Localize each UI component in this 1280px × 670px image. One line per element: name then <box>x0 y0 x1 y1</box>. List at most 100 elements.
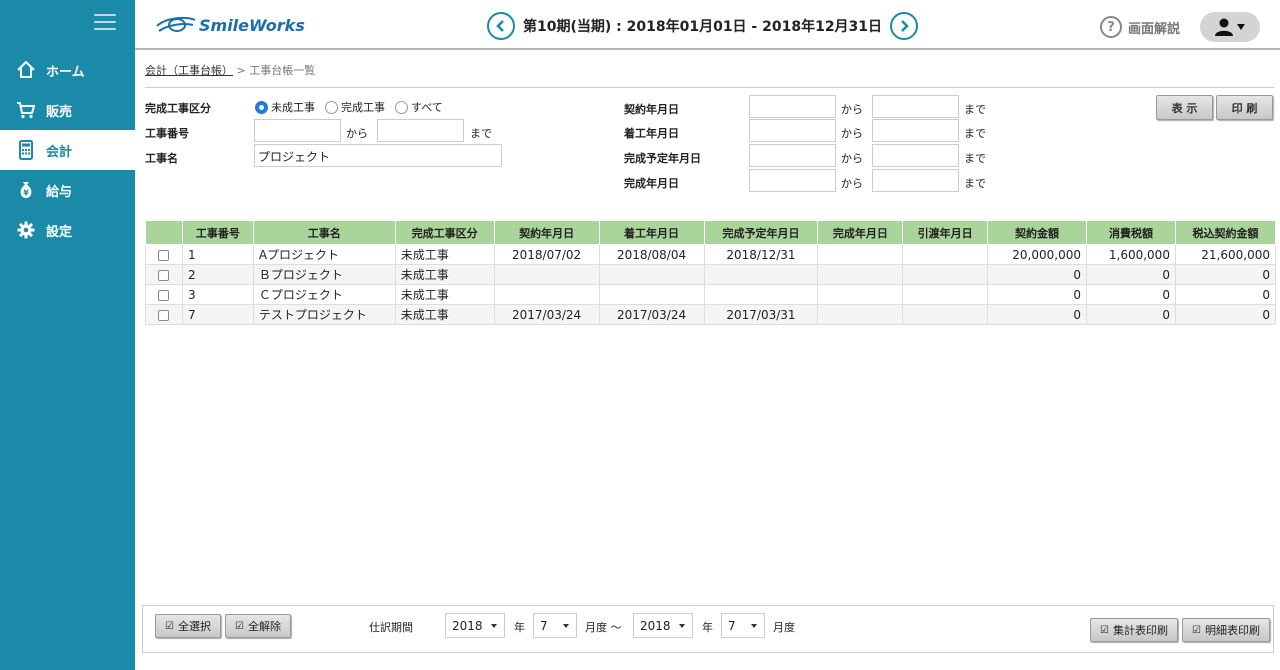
cell-number: 1 <box>181 244 254 265</box>
completion-date-to-input[interactable] <box>872 169 959 192</box>
header-status[interactable]: 完成工事区分 <box>394 220 495 245</box>
checkbox-icon: ☑ <box>235 620 244 632</box>
cell-status: 未成工事 <box>394 264 495 285</box>
header-completion-date[interactable]: 完成年月日 <box>817 220 904 245</box>
app-logo[interactable]: SmileWorks <box>155 14 305 36</box>
from-text: から <box>841 177 863 190</box>
name-input[interactable]: プロジェクト <box>254 144 502 167</box>
cell-completion-date <box>817 244 904 265</box>
header-start-date[interactable]: 着工年月日 <box>598 220 705 245</box>
header-contract-date[interactable]: 契約年月日 <box>493 220 600 245</box>
breadcrumb: 会計（工事台帳） > 工事台帳一覧 <box>145 62 315 78</box>
contract-date-from-input[interactable] <box>749 95 836 118</box>
help-button[interactable]: ? 画面解説 <box>1100 16 1180 38</box>
planned-completion-from-input[interactable] <box>749 144 836 167</box>
to-month-select[interactable]: 7 <box>721 613 765 638</box>
cell-planned-completion <box>703 284 819 305</box>
detail-print-button[interactable]: ☑ 明細表印刷 <box>1182 618 1270 642</box>
header-planned-completion[interactable]: 完成予定年月日 <box>703 220 819 245</box>
logo-mark-icon <box>156 17 196 32</box>
to-text: まで <box>964 152 986 165</box>
number-label: 工事番号 <box>145 127 189 140</box>
from-month-select[interactable]: 7 <box>533 613 577 638</box>
cell-delivery-date <box>902 264 989 285</box>
to-year-value: 2018 <box>640 618 671 633</box>
divider <box>145 87 1274 88</box>
sidebar: ホーム 販売 会計 ¥ 給与 設定 <box>0 0 135 670</box>
cell-name[interactable]: Ｂプロジェクト <box>252 264 396 285</box>
header-contract-amount[interactable]: 契約金額 <box>987 220 1087 245</box>
number-from-input[interactable] <box>254 119 341 142</box>
money-bag-icon: ¥ <box>15 179 37 201</box>
cell-tax-amount: 0 <box>1086 264 1176 285</box>
sidebar-item-payroll[interactable]: ¥ 給与 <box>0 170 135 210</box>
home-icon <box>15 59 37 81</box>
prev-period-button[interactable] <box>487 12 515 40</box>
radio-all[interactable] <box>395 100 408 114</box>
to-year-select[interactable]: 2018 <box>633 613 693 638</box>
table-row[interactable]: 2 Ｂプロジェクト 未成工事 0 0 0 <box>145 264 1277 285</box>
start-date-to-input[interactable] <box>872 119 959 142</box>
cell-planned-completion: 2018/12/31 <box>703 244 819 265</box>
hamburger-menu-icon[interactable] <box>94 14 116 34</box>
header-delivery-date[interactable]: 引渡年月日 <box>902 220 989 245</box>
next-period-button[interactable] <box>890 12 919 40</box>
select-all-button[interactable]: ☑ 全選択 <box>155 614 221 638</box>
breadcrumb-current: 工事台帳一覧 <box>249 64 316 77</box>
cell-tax-amount: 1,600,000 <box>1086 244 1176 265</box>
chevron-left-icon <box>496 20 504 32</box>
footer-bar: ☑ 全選択 ☑ 全解除 仕訳期間 2018 年 7 月度 〜 2018 年 7 … <box>142 605 1274 653</box>
summary-print-button[interactable]: ☑ 集計表印刷 <box>1090 618 1178 642</box>
header-number[interactable]: 工事番号 <box>181 220 254 245</box>
row-checkbox[interactable] <box>158 269 170 281</box>
from-year-select[interactable]: 2018 <box>445 613 505 638</box>
breadcrumb-link-accounting[interactable]: 会計（工事台帳） <box>145 64 233 77</box>
deselect-all-button[interactable]: ☑ 全解除 <box>225 614 291 638</box>
planned-completion-to-input[interactable] <box>872 144 959 167</box>
print-button[interactable]: 印 刷 <box>1216 95 1273 120</box>
contract-date-to-input[interactable] <box>872 95 959 118</box>
cell-name[interactable]: Aプロジェクト <box>252 244 396 265</box>
radio-label: 未成工事 <box>271 101 315 114</box>
user-menu-button[interactable] <box>1200 12 1260 42</box>
completion-date-from-input[interactable] <box>749 169 836 192</box>
cell-start-date <box>598 264 705 285</box>
radio-complete[interactable] <box>325 100 338 114</box>
table-row[interactable]: 1 Aプロジェクト 未成工事 2018/07/02 2018/08/04 201… <box>145 244 1277 265</box>
cell-completion-date <box>817 264 904 285</box>
cell-number: 2 <box>181 264 254 285</box>
checkbox-icon: ☑ <box>1100 624 1109 636</box>
row-checkbox[interactable] <box>158 249 170 261</box>
show-button[interactable]: 表 示 <box>1156 95 1213 120</box>
cell-planned-completion <box>703 264 819 285</box>
cell-start-date: 2018/08/04 <box>598 244 705 265</box>
sidebar-item-settings[interactable]: 設定 <box>0 210 135 250</box>
sidebar-item-home[interactable]: ホーム <box>0 50 135 90</box>
cell-delivery-date <box>902 244 989 265</box>
sidebar-item-label: 販売 <box>46 104 73 120</box>
cell-name[interactable]: テストプロジェクト <box>252 304 396 325</box>
sidebar-item-sales[interactable]: 販売 <box>0 90 135 130</box>
cell-total-amount: 0 <box>1174 284 1277 305</box>
to-text: まで <box>964 127 986 140</box>
cell-start-date <box>598 284 705 305</box>
row-checkbox[interactable] <box>158 289 170 301</box>
header-total-amount[interactable]: 税込契約金額 <box>1174 220 1277 245</box>
checkbox-icon: ☑ <box>1192 624 1201 636</box>
header-name[interactable]: 工事名 <box>252 220 396 245</box>
header-tax-amount[interactable]: 消費税額 <box>1086 220 1176 245</box>
number-to-input[interactable] <box>377 119 464 142</box>
contract-date-label: 契約年月日 <box>624 103 679 116</box>
sidebar-item-accounting[interactable]: 会計 <box>0 130 135 170</box>
cell-completion-date <box>817 284 904 305</box>
breadcrumb-separator: > <box>236 64 246 77</box>
cell-delivery-date <box>902 304 989 325</box>
chevron-right-icon <box>901 20 909 32</box>
row-checkbox[interactable] <box>158 309 170 321</box>
table-row[interactable]: 3 Ｃプロジェクト 未成工事 0 0 0 <box>145 284 1277 305</box>
table-row[interactable]: 7 テストプロジェクト 未成工事 2017/03/24 2017/03/24 2… <box>145 304 1277 325</box>
cell-name[interactable]: Ｃプロジェクト <box>252 284 396 305</box>
radio-incomplete[interactable] <box>255 100 268 114</box>
start-date-from-input[interactable] <box>749 119 836 142</box>
journal-period-label: 仕訳期間 <box>369 621 413 634</box>
